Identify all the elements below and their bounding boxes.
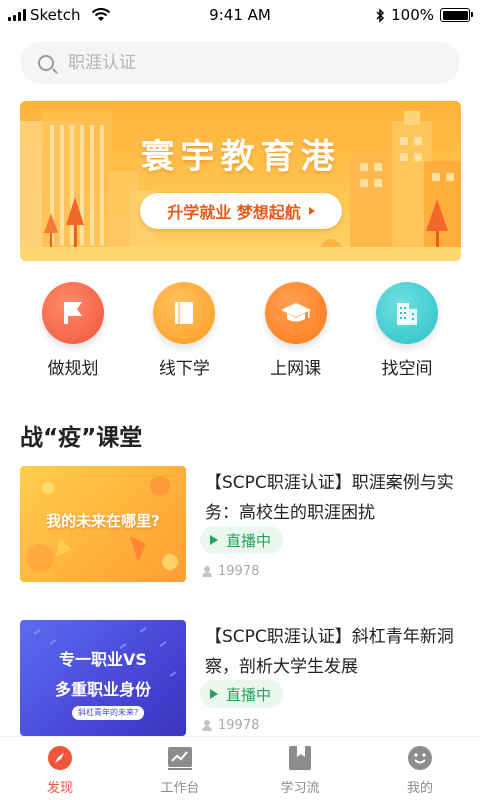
course-thumbnail[interactable]: 专一职业VS 多重职业身份 斜杠青年的未来? xyxy=(20,620,186,736)
status-bar: Sketch 9:41 AM 100% xyxy=(0,0,480,30)
tab-profile[interactable]: 我的 xyxy=(360,737,480,800)
live-badge: 直播中 xyxy=(200,680,284,708)
play-icon xyxy=(210,535,218,545)
banner-cta-button[interactable]: 升学就业 梦想起航 xyxy=(140,193,342,229)
viewer-count-value: 19978 xyxy=(218,718,260,733)
nav-item-offline[interactable]: 线下学 xyxy=(131,282,237,379)
nav-label: 找空间 xyxy=(381,359,433,379)
promo-banner[interactable]: 寰宇教育港 升学就业 梦想起航 xyxy=(20,101,461,261)
nav-circle xyxy=(153,282,216,344)
tab-discover[interactable]: 发现 xyxy=(0,737,120,800)
live-badge-label: 直播中 xyxy=(226,685,272,704)
compass-icon xyxy=(47,745,73,771)
course-card[interactable]: 专一职业VS 多重职业身份 斜杠青年的未来? 【SCPC职涯认证】斜杠青年新洞察… xyxy=(20,620,461,736)
arrow-right-icon xyxy=(308,207,315,215)
nav-label: 上网课 xyxy=(270,359,322,379)
status-right: 100% xyxy=(375,6,473,24)
tab-label: 工作台 xyxy=(160,781,200,796)
bluetooth-icon xyxy=(376,7,385,23)
search-bar[interactable] xyxy=(20,42,460,84)
tab-label: 我的 xyxy=(406,781,433,796)
person-icon xyxy=(202,720,212,731)
viewer-count: 19978 xyxy=(202,564,259,579)
tab-bar: 发现 工作台 学习流 我的 xyxy=(0,736,480,800)
person-icon xyxy=(202,566,212,577)
wifi-icon xyxy=(91,8,110,21)
tab-label: 发现 xyxy=(46,781,73,796)
banner-illustration xyxy=(20,111,461,261)
status-left: Sketch xyxy=(8,6,111,24)
banner-title: 寰宇教育港 xyxy=(140,137,341,177)
banner-cta-label: 升学就业 梦想起航 xyxy=(167,203,301,222)
battery-percent: 100% xyxy=(391,6,434,24)
nav-circle xyxy=(42,282,104,344)
thumbnail-line-2: 多重职业身份 xyxy=(54,680,151,699)
nav-circle xyxy=(264,282,327,344)
tab-learning[interactable]: 学习流 xyxy=(240,737,360,800)
viewer-count: 19978 xyxy=(202,718,259,733)
course-title[interactable]: 【SCPC职涯认证】斜杠青年新洞察，剖析大学生发展 xyxy=(205,622,465,682)
thumbnail-caption: 斜杠青年的未来? xyxy=(72,706,145,720)
viewer-count-value: 19978 xyxy=(218,564,260,579)
thumbnail-text: 我的未来在哪里? xyxy=(46,512,160,530)
search-input[interactable] xyxy=(68,53,428,73)
section-title: 战“疫”课堂 xyxy=(20,425,143,451)
quick-nav: 做规划 线下学 上网课 找空间 xyxy=(20,282,460,379)
smiley-icon xyxy=(407,745,433,771)
graduation-cap-icon xyxy=(280,303,311,322)
search-icon xyxy=(38,55,54,71)
tab-workbench[interactable]: 工作台 xyxy=(120,737,240,800)
live-badge: 直播中 xyxy=(200,526,284,554)
book-icon xyxy=(175,302,194,324)
flag-icon xyxy=(64,302,82,324)
live-badge-label: 直播中 xyxy=(226,531,272,550)
nav-item-plan[interactable]: 做规划 xyxy=(20,282,126,379)
tab-label: 学习流 xyxy=(280,781,320,796)
course-title[interactable]: 【SCPC职涯认证】职涯案例与实务：高校生的职涯困扰 xyxy=(205,468,465,528)
thumbnail-line-1: 专一职业VS xyxy=(59,650,147,669)
building-icon xyxy=(396,303,417,325)
nav-label: 做规划 xyxy=(47,359,99,379)
bookmark-icon xyxy=(287,745,313,771)
carrier-label: Sketch xyxy=(30,6,81,24)
play-icon xyxy=(210,689,218,699)
battery-icon xyxy=(440,8,473,22)
nav-item-online[interactable]: 上网课 xyxy=(243,282,349,379)
course-thumbnail[interactable]: 我的未来在哪里? xyxy=(20,466,186,582)
course-card[interactable]: 我的未来在哪里? 【SCPC职涯认证】职涯案例与实务：高校生的职涯困扰 直播中 … xyxy=(20,466,461,582)
nav-item-space[interactable]: 找空间 xyxy=(354,282,460,379)
chart-icon xyxy=(167,745,193,771)
nav-label: 线下学 xyxy=(158,359,210,379)
signal-icon xyxy=(8,9,26,21)
nav-circle xyxy=(375,282,438,344)
